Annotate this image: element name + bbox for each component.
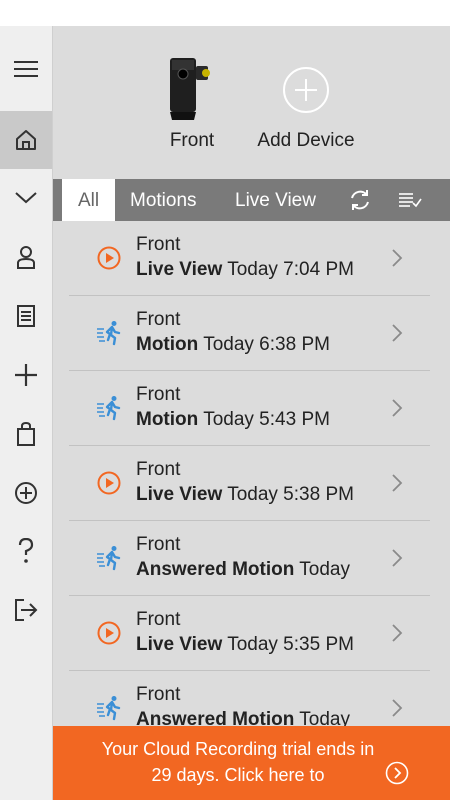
event-type: Motion [136, 334, 199, 355]
plus-icon [15, 364, 37, 386]
event-device: Front [136, 234, 181, 255]
add-device-label: Add Device [257, 130, 355, 151]
tab-motions[interactable]: Motions [130, 179, 197, 221]
sign-out-icon [15, 599, 38, 621]
event-row[interactable]: Front Answered Motion Today [53, 521, 450, 596]
event-device: Front [136, 384, 181, 405]
add-circle-icon [283, 67, 329, 113]
chevron-right-icon [392, 474, 403, 492]
event-row[interactable]: Front Live View Today 5:38 PM [53, 446, 450, 521]
event-row[interactable]: Front Live View Today 5:35 PM [53, 596, 450, 671]
event-device: Front [136, 534, 181, 555]
chevron-right-icon [392, 324, 403, 342]
event-detail: Live View Today 5:38 PM [136, 484, 368, 506]
filter-list-icon [399, 193, 422, 208]
nav-expand[interactable] [0, 169, 52, 227]
nav-add[interactable] [0, 346, 52, 404]
event-row[interactable]: Front Live View Today 7:04 PM [53, 221, 450, 296]
event-device: Front [136, 684, 181, 705]
event-list: Front Live View Today 7:04 PM Front Motion … [53, 221, 450, 800]
add-circle-icon [15, 482, 37, 504]
device-label: Front [169, 130, 215, 151]
menu-button[interactable] [0, 40, 52, 98]
nav-help[interactable] [0, 522, 52, 580]
tab-all[interactable]: All [62, 179, 115, 221]
event-time: Today 5:43 PM [203, 409, 330, 430]
event-device: Front [136, 309, 181, 330]
trial-banner[interactable]: Your Cloud Recording trial ends in 29 da… [53, 726, 450, 800]
refresh-icon [351, 190, 369, 210]
event-time: Today [299, 559, 350, 580]
event-device: Front [136, 459, 181, 480]
event-detail: Live View Today 7:04 PM [136, 259, 368, 281]
event-row[interactable]: Front Motion Today 6:38 PM [53, 296, 450, 371]
play-circle-icon [97, 471, 121, 495]
home-icon [16, 130, 36, 150]
event-time: Today 7:04 PM [227, 259, 354, 280]
event-time: Today 6:38 PM [203, 334, 330, 355]
help-icon [18, 538, 34, 563]
camera-icon [170, 58, 210, 120]
hamburger-icon [14, 61, 38, 77]
banner-text: Your Cloud Recording trial ends in 29 da… [101, 739, 375, 785]
chevron-right-icon [392, 249, 403, 267]
event-time: Today 5:35 PM [227, 634, 354, 655]
document-icon [17, 305, 35, 327]
sidebar [0, 26, 53, 800]
chevron-right-icon [392, 624, 403, 642]
play-circle-icon [97, 246, 121, 270]
main-content: Front Add Device All Motions Live View F… [53, 26, 450, 800]
motion-runner-icon [97, 696, 121, 721]
chevron-right-circle-icon [385, 761, 409, 785]
event-type: Live View [136, 484, 223, 505]
event-detail: Answered Motion Today [136, 559, 368, 581]
motion-runner-icon [97, 321, 121, 346]
device-strip: Front Add Device [53, 26, 450, 179]
refresh-button[interactable] [345, 179, 375, 221]
filter-tabs: All Motions Live View [53, 179, 450, 221]
motion-runner-icon [97, 396, 121, 421]
chevron-right-icon [392, 399, 403, 417]
event-type: Live View [136, 259, 223, 280]
event-detail: Live View Today 5:35 PM [136, 634, 368, 656]
event-type: Motion [136, 409, 199, 430]
play-circle-icon [97, 621, 121, 645]
event-detail: Motion Today 5:43 PM [136, 409, 368, 431]
event-type: Live View [136, 634, 223, 655]
nav-sign-out[interactable] [0, 581, 52, 639]
event-device: Front [136, 609, 181, 630]
event-time: Today 5:38 PM [227, 484, 354, 505]
event-row[interactable]: Front Motion Today 5:43 PM [53, 371, 450, 446]
chevron-right-icon [392, 549, 403, 567]
nav-account[interactable] [0, 228, 52, 286]
nav-add-circle[interactable] [0, 464, 52, 522]
tab-live-view[interactable]: Live View [235, 179, 316, 221]
nav-history[interactable] [0, 287, 52, 345]
chevron-down-icon [15, 192, 37, 204]
chevron-right-icon [392, 699, 403, 717]
event-type: Answered Motion [136, 559, 295, 580]
shopping-bag-icon [17, 422, 35, 446]
select-button[interactable] [395, 179, 425, 221]
motion-runner-icon [97, 546, 121, 571]
user-icon [17, 246, 35, 269]
event-detail: Motion Today 6:38 PM [136, 334, 368, 356]
app-window: Front Add Device All Motions Live View F… [0, 26, 450, 800]
nav-shop[interactable] [0, 405, 52, 463]
nav-home[interactable] [0, 111, 52, 169]
